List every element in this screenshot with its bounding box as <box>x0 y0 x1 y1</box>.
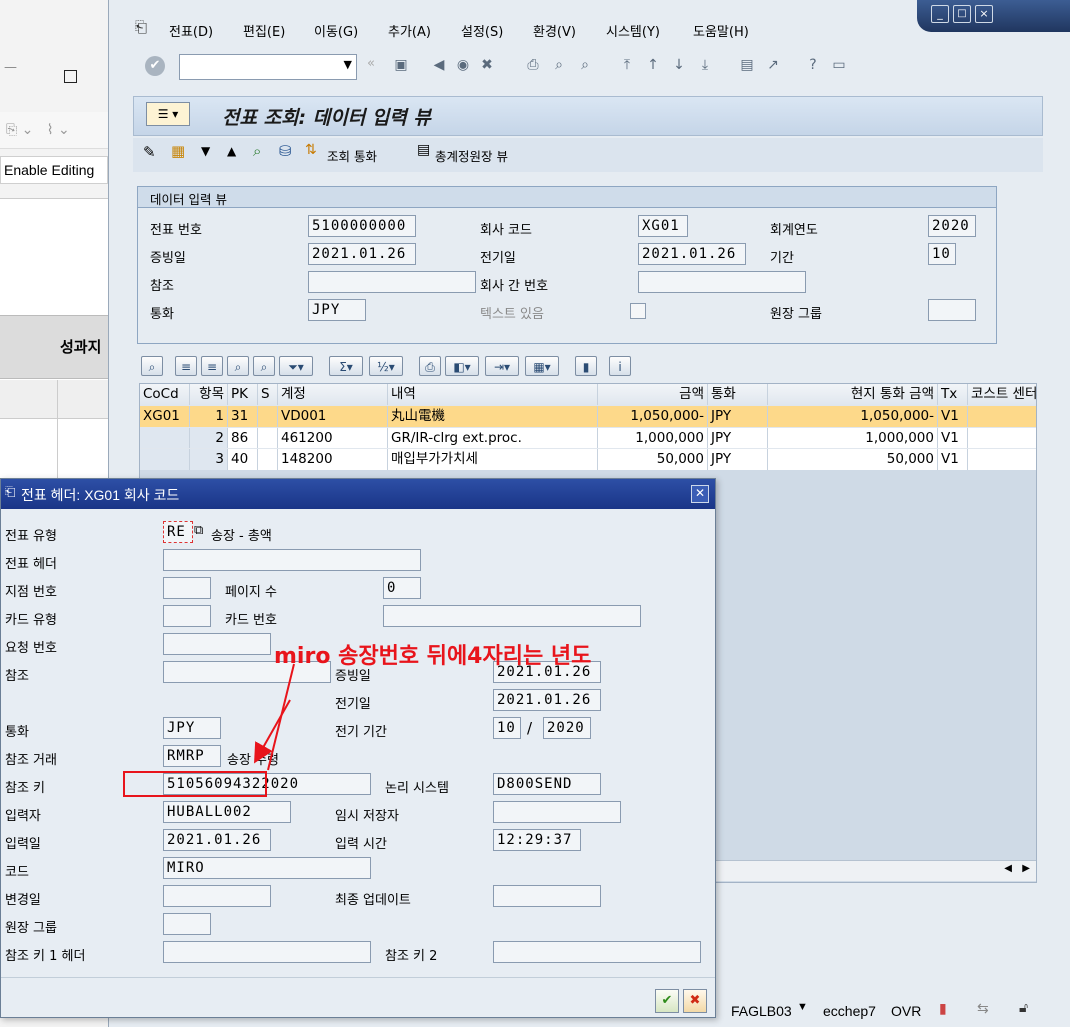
annotation-arrow <box>254 663 295 771</box>
